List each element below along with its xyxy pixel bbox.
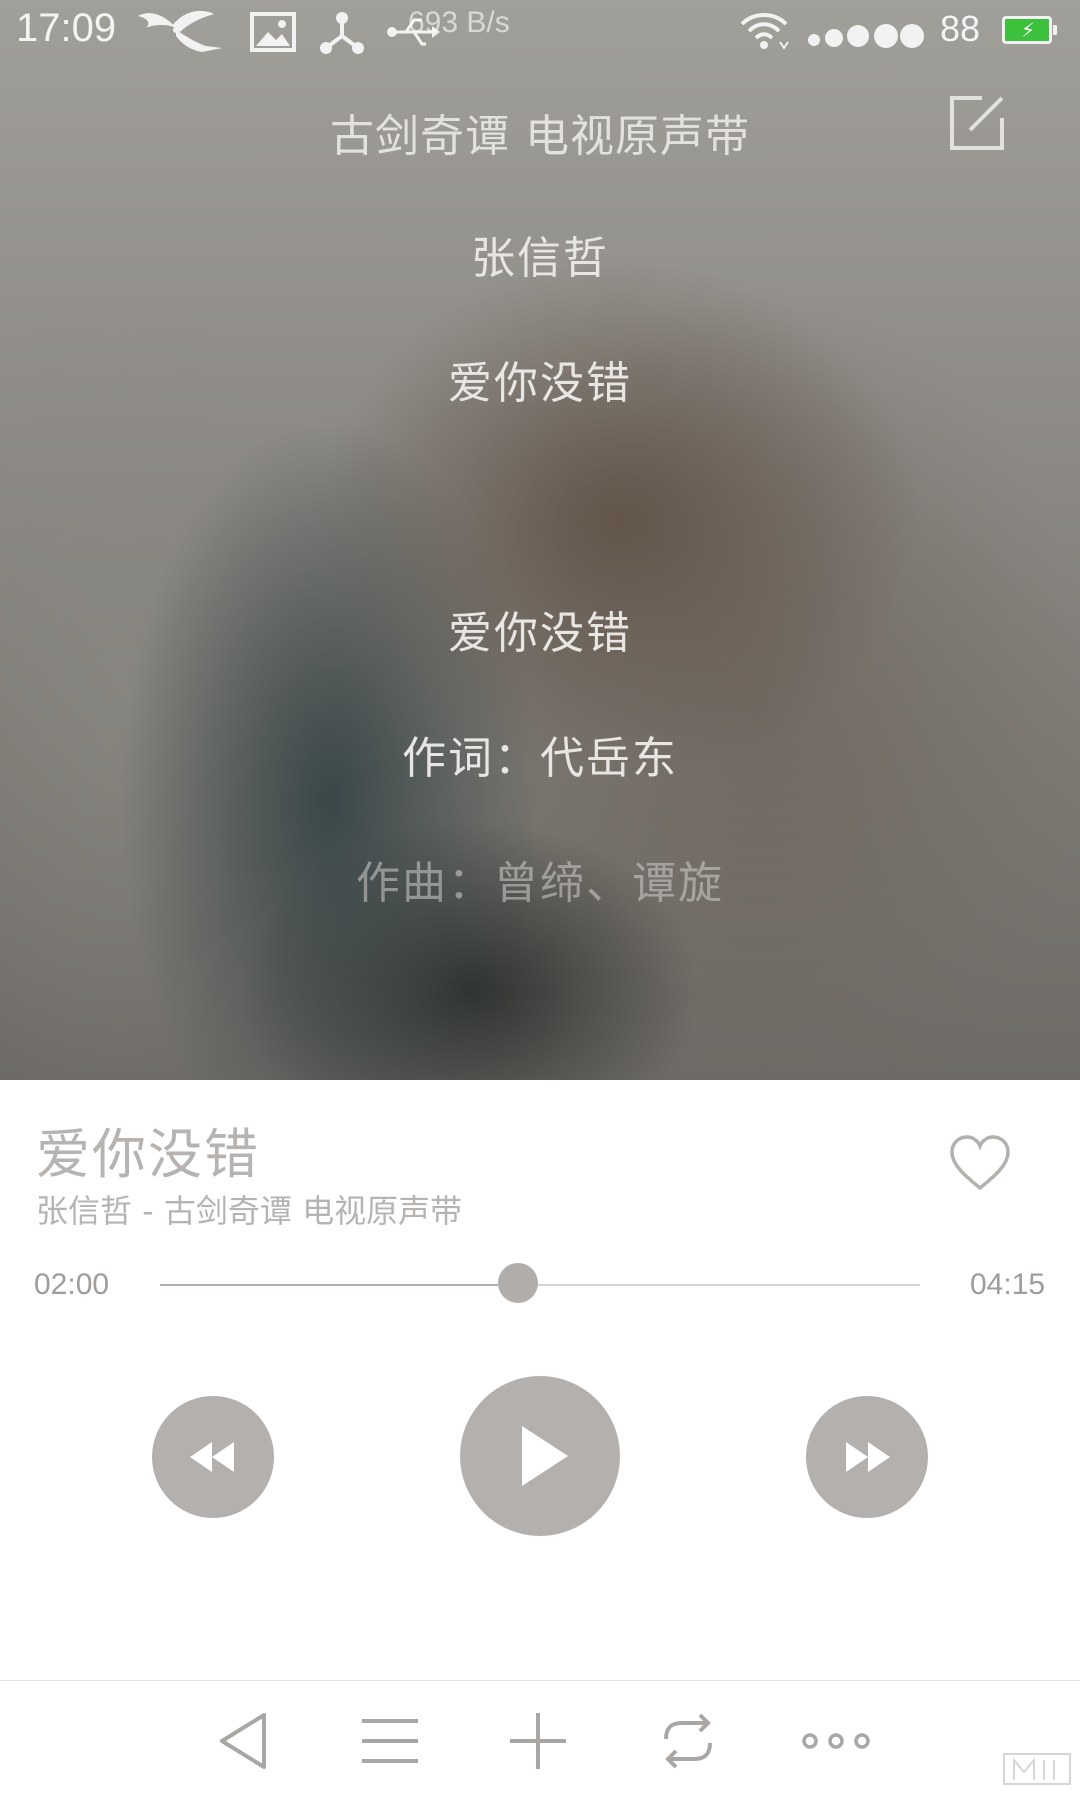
- lyric-line: 张信哲: [471, 233, 609, 284]
- play-button[interactable]: [460, 1376, 620, 1536]
- time-current: 02:00: [34, 1268, 110, 1301]
- watermark-logo: [1000, 1744, 1074, 1796]
- repeat-icon[interactable]: [650, 1703, 726, 1779]
- lyric-line: 爱你没错: [448, 608, 632, 659]
- progress-fill: [160, 1284, 518, 1286]
- lyric-line: 作词：代岳东: [402, 733, 678, 784]
- add-icon[interactable]: [500, 1703, 576, 1779]
- lyric-line: 爱你没错: [448, 358, 632, 409]
- lyrics-panel[interactable]: 张信哲 爱你没错 爱你没错 作词：代岳东 作曲：曾缔、谭旋: [0, 0, 1080, 1080]
- lyric-line: 作曲：曾缔、谭旋: [356, 858, 724, 909]
- fast-forward-icon: [846, 1442, 890, 1472]
- fast-forward-button[interactable]: [806, 1396, 928, 1518]
- back-triangle-icon[interactable]: [208, 1703, 284, 1779]
- time-total: 04:15: [970, 1268, 1046, 1301]
- rewind-button[interactable]: [152, 1396, 274, 1518]
- more-dots-icon[interactable]: [798, 1703, 874, 1779]
- heart-outline-icon[interactable]: [948, 1134, 1012, 1194]
- song-subtitle: 张信哲 - 古剑奇谭 电视原声带: [36, 1192, 463, 1230]
- playlist-menu-icon[interactable]: [352, 1703, 428, 1779]
- play-icon: [522, 1426, 568, 1486]
- song-title: 爱你没错: [36, 1123, 260, 1186]
- progress-thumb[interactable]: [497, 1263, 538, 1303]
- rewind-icon: [190, 1442, 234, 1472]
- progress-track[interactable]: [160, 1284, 920, 1286]
- bottom-nav: [0, 1680, 1080, 1801]
